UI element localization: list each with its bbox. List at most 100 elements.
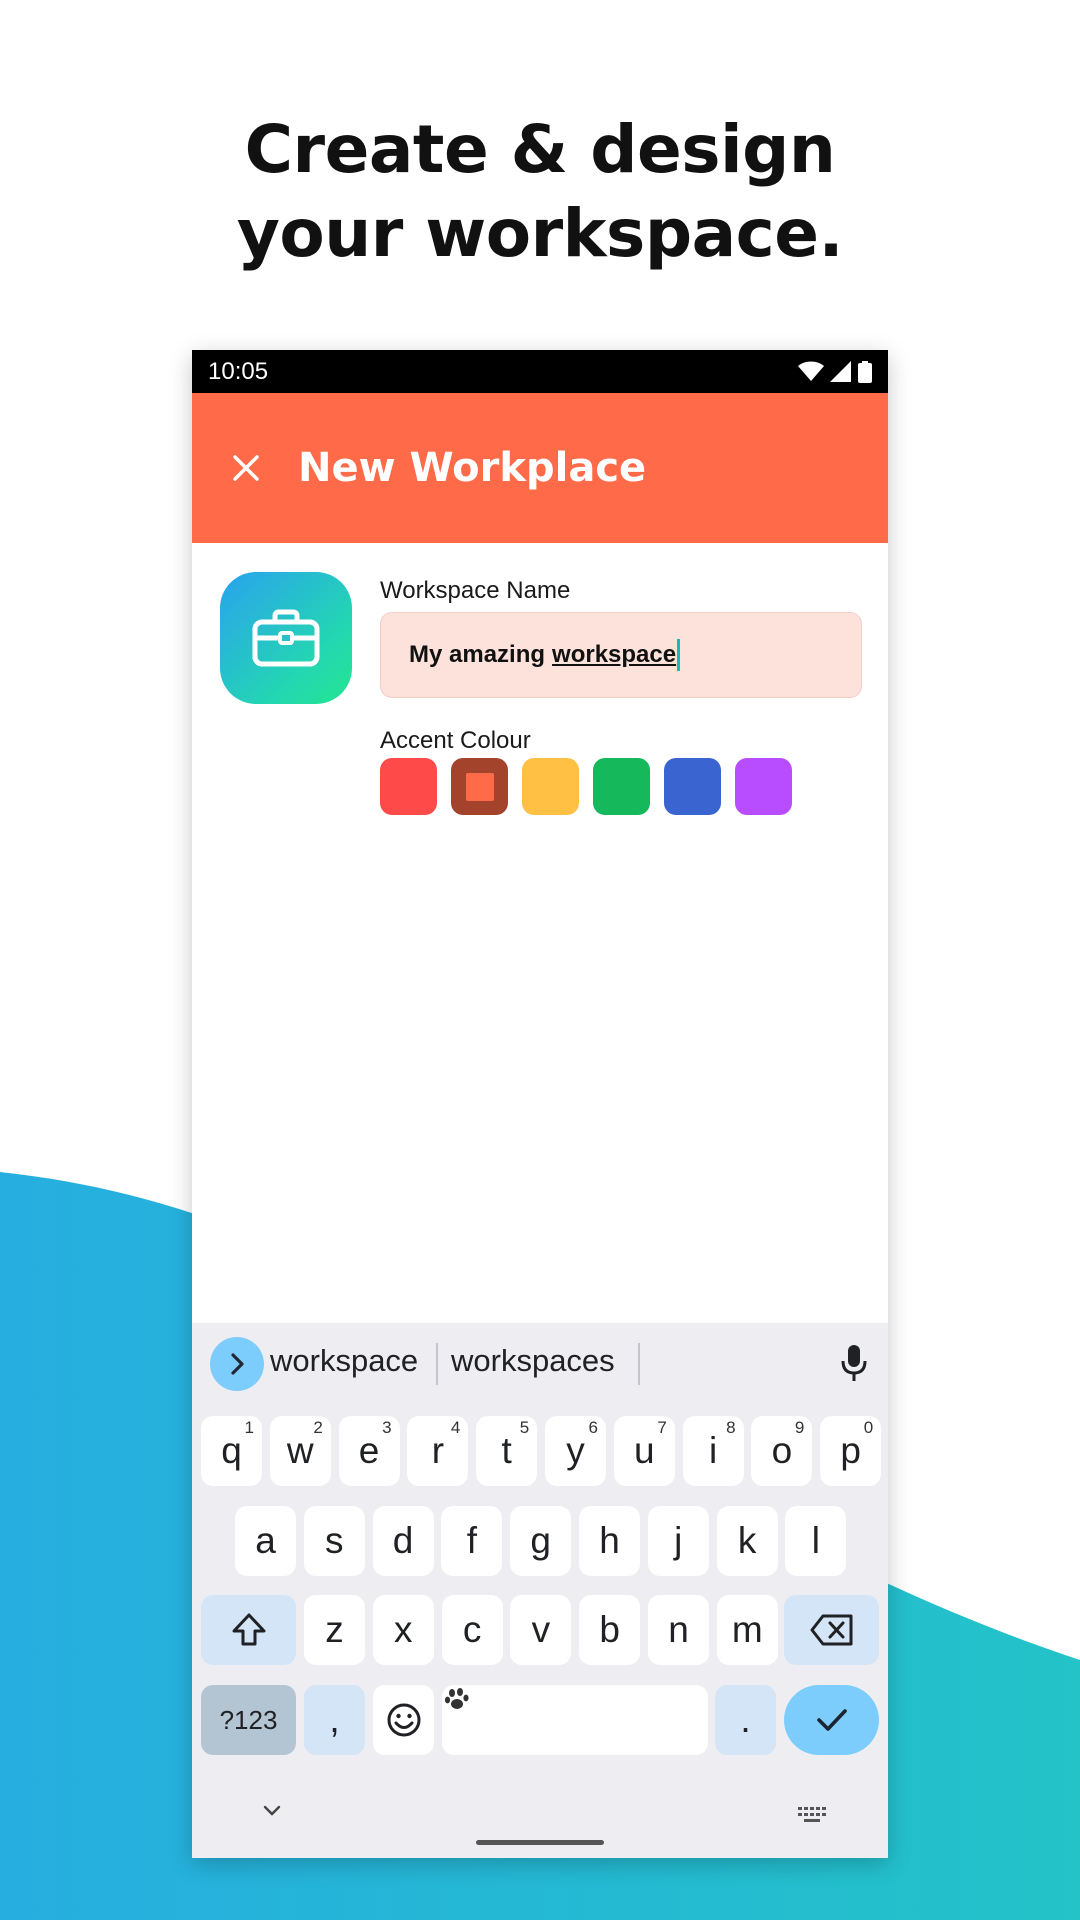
key-label: p: [840, 1430, 861, 1471]
key-q[interactable]: q1: [201, 1416, 262, 1486]
headline-line-2: your workspace.: [236, 195, 844, 272]
check-icon: [816, 1709, 847, 1731]
key-label: r: [431, 1430, 445, 1471]
key-f[interactable]: f: [441, 1506, 503, 1576]
key-j[interactable]: j: [647, 1506, 709, 1576]
suggestion-1[interactable]: workspace: [270, 1343, 418, 1379]
shift-icon: [232, 1613, 265, 1646]
shift-key[interactable]: [201, 1595, 296, 1665]
page-title: New Workplace: [298, 445, 647, 491]
key-o[interactable]: o9: [751, 1416, 813, 1486]
comma-key[interactable]: ,: [304, 1685, 365, 1755]
suggestion-divider: [638, 1343, 640, 1385]
expand-suggestions-button[interactable]: [210, 1337, 264, 1391]
key-hint: 1: [244, 1418, 254, 1437]
key-label: d: [392, 1520, 414, 1561]
backspace-key[interactable]: [784, 1595, 879, 1665]
gesture-nav-bar[interactable]: [476, 1840, 604, 1845]
key-m[interactable]: m: [716, 1595, 778, 1665]
accent-swatch-selected[interactable]: [451, 758, 508, 815]
workspace-name-input[interactable]: My amazing workspace: [380, 612, 862, 698]
key-a[interactable]: a: [235, 1506, 296, 1576]
key-label: m: [731, 1609, 763, 1650]
key-x[interactable]: x: [372, 1595, 434, 1665]
wifi-icon: [798, 361, 824, 381]
key-i[interactable]: i8: [682, 1416, 744, 1486]
key-label: g: [530, 1520, 551, 1561]
period-key[interactable]: .: [715, 1685, 776, 1755]
key-label: n: [668, 1609, 689, 1650]
key-label: l: [811, 1520, 820, 1561]
key-r[interactable]: r4: [407, 1416, 469, 1486]
headline-line-1: Create & design: [244, 111, 836, 188]
key-s[interactable]: s: [303, 1506, 365, 1576]
key-k[interactable]: k: [716, 1506, 778, 1576]
key-h[interactable]: h: [579, 1506, 640, 1576]
key-label: b: [599, 1609, 620, 1650]
workspace-name-label: Workspace Name: [380, 577, 571, 604]
key-label: a: [255, 1520, 276, 1561]
accent-swatch[interactable]: [380, 758, 437, 815]
suggestion-bar: workspace workspaces: [192, 1323, 888, 1403]
keyboard-switch-icon[interactable]: [798, 1807, 826, 1828]
key-label: x: [394, 1609, 413, 1650]
workspace-icon-button[interactable]: [220, 572, 352, 704]
key-hint: 9: [794, 1418, 805, 1437]
accent-swatch[interactable]: [593, 758, 650, 815]
key-label: i: [708, 1430, 718, 1471]
key-n[interactable]: n: [648, 1595, 709, 1665]
symbols-key[interactable]: ?123: [201, 1685, 296, 1755]
key-hint: 6: [588, 1418, 598, 1437]
key-label: c: [462, 1609, 482, 1650]
key-z[interactable]: z: [304, 1595, 365, 1665]
key-label: y: [566, 1430, 585, 1471]
key-b[interactable]: b: [579, 1595, 641, 1665]
key-label: s: [325, 1520, 344, 1561]
suggestion-divider: [436, 1343, 438, 1385]
headline: Create & design your workspace.: [0, 108, 1080, 276]
key-label: .: [740, 1699, 751, 1740]
key-l[interactable]: l: [785, 1506, 847, 1576]
accent-colour-picker: [380, 758, 792, 815]
key-c[interactable]: c: [441, 1595, 503, 1665]
input-text-part-2: workspace: [552, 641, 677, 668]
key-v[interactable]: v: [510, 1595, 572, 1665]
key-label: ?123: [219, 1704, 278, 1735]
emoji-key[interactable]: [373, 1685, 434, 1755]
key-p[interactable]: p0: [820, 1416, 882, 1486]
key-g[interactable]: g: [510, 1506, 572, 1576]
key-w[interactable]: w2: [269, 1416, 331, 1486]
key-label: v: [531, 1609, 551, 1650]
accent-swatch[interactable]: [664, 758, 721, 815]
key-t[interactable]: t5: [476, 1416, 538, 1486]
text-cursor: [677, 639, 681, 671]
key-y[interactable]: y6: [545, 1416, 606, 1486]
key-hint: 2: [313, 1418, 323, 1437]
accent-swatch[interactable]: [522, 758, 579, 815]
key-e[interactable]: e3: [338, 1416, 400, 1486]
key-u[interactable]: u7: [613, 1416, 675, 1486]
accent-swatch[interactable]: [735, 758, 792, 815]
key-hint: 5: [519, 1418, 530, 1437]
space-key[interactable]: [442, 1685, 708, 1755]
key-hint: 4: [450, 1418, 461, 1437]
paw-icon: [444, 1688, 469, 1709]
key-label: z: [325, 1609, 344, 1650]
status-icons: [798, 360, 872, 383]
key-label: u: [634, 1430, 655, 1471]
chevron-right-icon: [231, 1353, 244, 1375]
key-hint: 8: [726, 1418, 736, 1437]
key-d[interactable]: d: [372, 1506, 434, 1576]
accent-colour-label: Accent Colour: [380, 727, 531, 754]
suggestion-2[interactable]: workspaces: [451, 1343, 615, 1379]
done-key[interactable]: [784, 1685, 879, 1755]
battery-icon: [858, 360, 872, 383]
microphone-icon[interactable]: [840, 1343, 868, 1388]
hide-keyboard-icon[interactable]: [260, 1803, 284, 1824]
key-label: e: [358, 1430, 380, 1471]
key-label: h: [599, 1520, 620, 1561]
key-label: ,: [329, 1699, 340, 1740]
key-label: o: [771, 1430, 793, 1471]
close-icon[interactable]: [226, 448, 266, 488]
status-bar: 10:05: [192, 350, 888, 393]
